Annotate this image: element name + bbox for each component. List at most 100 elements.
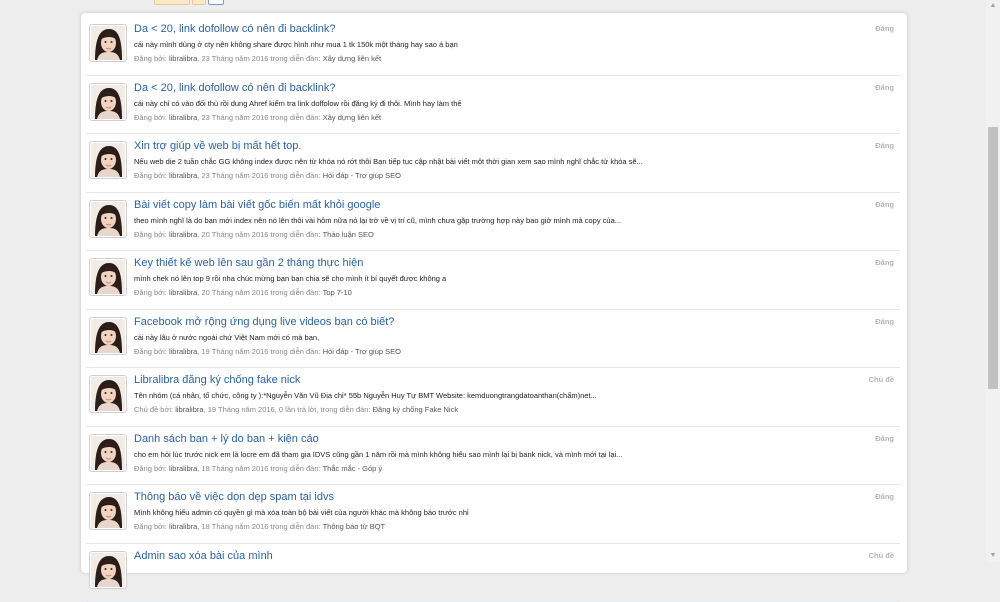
author-link[interactable]: libralibra bbox=[175, 405, 203, 414]
avatar[interactable] bbox=[89, 492, 127, 530]
avatar[interactable] bbox=[89, 551, 127, 589]
author-link[interactable]: libralibra bbox=[169, 464, 197, 473]
result-meta: Đăng bởi: libralibra, 18 Tháng năm 2016 … bbox=[134, 522, 385, 531]
avatar[interactable] bbox=[89, 317, 127, 355]
avatar-photo bbox=[91, 436, 125, 470]
meta-date: , 23 Tháng năm 2016 trong diễn đàn: bbox=[197, 113, 320, 122]
forum-link[interactable]: Hỏi đáp - Trợ giúp SEO bbox=[323, 171, 401, 180]
content-type-badge: Chủ đề bbox=[869, 551, 894, 560]
meta-prefix: Đăng bởi: bbox=[134, 230, 167, 239]
meta-date: , 23 Tháng năm 2016 trong diễn đàn: bbox=[197, 171, 320, 180]
content-type-badge: Đăng bbox=[875, 258, 894, 267]
result-title-link[interactable]: Danh sách ban + lý do ban + kiện cáo bbox=[134, 433, 319, 445]
meta-prefix: Đăng bởi: bbox=[134, 464, 167, 473]
avatar-photo bbox=[91, 494, 125, 528]
result-item: Admin sao xóa bài của mình Chủ đề bbox=[86, 544, 900, 602]
result-meta: Đăng bởi: libralibra, 23 Tháng năm 2016 … bbox=[134, 113, 381, 122]
avatar[interactable] bbox=[89, 24, 127, 62]
avatar-photo bbox=[91, 202, 125, 236]
forum-link[interactable]: Thắc mắc - Góp ý bbox=[323, 464, 383, 473]
avatar-photo bbox=[91, 143, 125, 177]
forum-link[interactable]: Hỏi đáp - Trợ giúp SEO bbox=[323, 347, 401, 356]
content-type-badge: Đăng bbox=[875, 141, 894, 150]
meta-prefix: Đăng bởi: bbox=[134, 54, 167, 63]
author-link[interactable]: libralibra bbox=[169, 522, 197, 531]
result-meta: Đăng bởi: libralibra, 19 Tháng năm 2016 … bbox=[134, 347, 401, 356]
result-item: Da < 20, link dofollow có nên đi backlin… bbox=[86, 76, 900, 135]
result-snippet: cái này lâu ở nước ngoài chứ Việt Nam mớ… bbox=[134, 333, 834, 342]
result-title-link[interactable]: Da < 20, link dofollow có nên đi backlin… bbox=[134, 82, 335, 94]
result-snippet: Nếu web die 2 tuần chắc GG không index đ… bbox=[134, 157, 834, 166]
result-title-link[interactable]: Bài viết copy làm bài viết gốc biến mất … bbox=[134, 199, 380, 211]
meta-date: , 23 Tháng năm 2016 trong diễn đàn: bbox=[197, 54, 320, 63]
meta-prefix: Đăng bởi: bbox=[134, 171, 167, 180]
meta-date: , 20 Tháng năm 2016 trong diễn đàn: bbox=[197, 288, 320, 297]
scroll-up-arrow-icon[interactable]: ▲ bbox=[986, 0, 1000, 12]
author-link[interactable]: libralibra bbox=[169, 113, 197, 122]
scrollbar-thumb[interactable] bbox=[988, 127, 998, 389]
content-type-badge: Đăng bbox=[875, 83, 894, 92]
avatar[interactable] bbox=[89, 434, 127, 472]
result-title-link[interactable]: Da < 20, link dofollow có nên đi backlin… bbox=[134, 23, 335, 35]
meta-prefix: Đăng bởi: bbox=[134, 347, 167, 356]
meta-prefix: Đăng bởi: bbox=[134, 113, 167, 122]
meta-prefix: Chủ đề bởi: bbox=[134, 405, 173, 414]
filter-control-2[interactable] bbox=[192, 0, 206, 5]
avatar[interactable] bbox=[89, 375, 127, 413]
forum-link[interactable]: Top 7-10 bbox=[323, 288, 352, 297]
forum-link[interactable]: Thảo luận SEO bbox=[323, 230, 374, 239]
avatar[interactable] bbox=[89, 200, 127, 238]
author-link[interactable]: libralibra bbox=[169, 288, 197, 297]
result-meta: Đăng bởi: libralibra, 18 Tháng năm 2016 … bbox=[134, 464, 382, 473]
filter-control-3[interactable] bbox=[208, 0, 224, 5]
author-link[interactable]: libralibra bbox=[169, 230, 197, 239]
result-snippet: cái này mình dùng ở cty nên không share … bbox=[134, 40, 834, 49]
author-link[interactable]: libralibra bbox=[169, 171, 197, 180]
meta-date: , 19 Tháng năm 2016 trong diễn đàn: bbox=[197, 347, 320, 356]
result-title-link[interactable]: Xin trợ giúp về web bị mất hết top. bbox=[134, 140, 301, 152]
forum-link[interactable]: Xây dựng liên kết bbox=[323, 113, 381, 122]
content-type-badge: Đăng bbox=[875, 434, 894, 443]
avatar-photo bbox=[91, 26, 125, 60]
result-item: Key thiết kế web lên sau gần 2 tháng thự… bbox=[86, 251, 900, 310]
forum-link[interactable]: Thông báo từ BQT bbox=[323, 522, 386, 531]
result-item: Libralibra đăng ký chống fake nick Tên n… bbox=[86, 368, 900, 427]
result-item: Da < 20, link dofollow có nên đi backlin… bbox=[86, 17, 900, 76]
result-meta: Đăng bởi: libralibra, 23 Tháng năm 2016 … bbox=[134, 54, 381, 63]
avatar-photo bbox=[91, 260, 125, 294]
result-meta: Đăng bởi: libralibra, 20 Tháng năm 2016 … bbox=[134, 288, 352, 297]
content-type-badge: Đăng bbox=[875, 317, 894, 326]
author-link[interactable]: libralibra bbox=[169, 347, 197, 356]
avatar-photo bbox=[91, 319, 125, 353]
author-link[interactable]: libralibra bbox=[169, 54, 197, 63]
result-item: Thông báo về việc dọn dẹp spam tại idvs … bbox=[86, 485, 900, 544]
result-snippet: theo mình nghĩ là do bạn mới index nên n… bbox=[134, 216, 834, 225]
avatar[interactable] bbox=[89, 83, 127, 121]
content-type-badge: Chủ đề bbox=[869, 375, 894, 384]
result-snippet: cái này chỉ có vào đối thủ rồi dung Ahre… bbox=[134, 99, 834, 108]
meta-date: , 19 Tháng năm 2016, 0 lần trả lời, tron… bbox=[204, 405, 371, 414]
search-results-list: Da < 20, link dofollow có nên đi backlin… bbox=[86, 17, 900, 602]
result-item: Xin trợ giúp về web bị mất hết top. Nếu … bbox=[86, 134, 900, 193]
avatar[interactable] bbox=[89, 258, 127, 296]
result-title-link[interactable]: Facebook mở rộng ứng dụng live videos bạ… bbox=[134, 316, 394, 328]
result-snippet: Mình không hiểu admin có quyền gì mà xóa… bbox=[134, 508, 834, 517]
result-item: Facebook mở rộng ứng dụng live videos bạ… bbox=[86, 310, 900, 369]
meta-prefix: Đăng bởi: bbox=[134, 522, 167, 531]
result-title-link[interactable]: Libralibra đăng ký chống fake nick bbox=[134, 374, 300, 386]
meta-prefix: Đăng bởi: bbox=[134, 288, 167, 297]
result-title-link[interactable]: Admin sao xóa bài của mình bbox=[134, 550, 273, 562]
result-title-link[interactable]: Key thiết kế web lên sau gần 2 tháng thự… bbox=[134, 257, 363, 269]
result-item: Danh sách ban + lý do ban + kiện cáo cho… bbox=[86, 427, 900, 486]
result-snippet: Tên nhóm (cá nhân, tổ chức, công ty ):*N… bbox=[134, 391, 834, 400]
forum-link[interactable]: Đăng ký chống Fake Nick bbox=[373, 405, 458, 414]
result-title-link[interactable]: Thông báo về việc dọn dẹp spam tại idvs bbox=[134, 491, 334, 503]
avatar[interactable] bbox=[89, 141, 127, 179]
scroll-down-arrow-icon[interactable]: ▼ bbox=[986, 550, 1000, 562]
content-type-badge: Đăng bbox=[875, 24, 894, 33]
filter-control-1[interactable] bbox=[154, 0, 190, 5]
meta-date: , 20 Tháng năm 2016 trong diễn đàn: bbox=[197, 230, 320, 239]
avatar-photo bbox=[91, 377, 125, 411]
forum-link[interactable]: Xây dựng liên kết bbox=[323, 54, 381, 63]
avatar-photo bbox=[91, 85, 125, 119]
